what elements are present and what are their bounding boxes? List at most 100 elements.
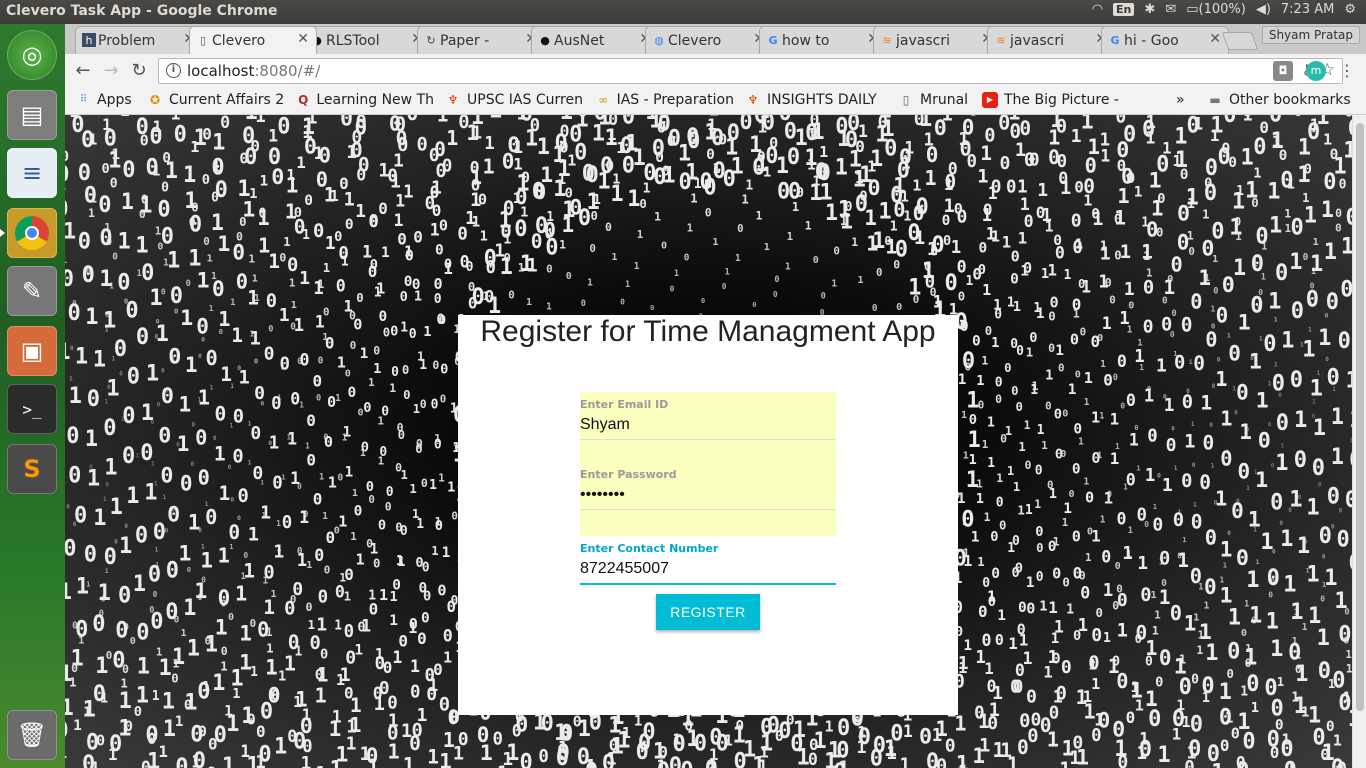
extension-icon[interactable]: ◘ — [1273, 61, 1293, 81]
binary-digit: 0 — [960, 137, 972, 161]
bookmarks-overflow-chevron[interactable]: » — [1176, 92, 1185, 108]
mail-icon[interactable]: ✉ — [1165, 2, 1176, 17]
binary-digit: 1 — [187, 636, 200, 661]
contact-field[interactable]: Enter Contact Number 8722455007 — [580, 536, 836, 586]
bluetooth-icon[interactable]: ✱ — [1144, 2, 1155, 17]
binary-digit: 0 — [373, 343, 380, 357]
profile-button[interactable]: Shyam Pratap — [1261, 26, 1360, 44]
tab-hi-google[interactable]: G hi - Goo ✕ — [1101, 26, 1229, 54]
binary-digit: 0 — [118, 583, 131, 608]
clock[interactable]: 7:23 AM — [1281, 2, 1334, 17]
volume-icon[interactable]: ◀) — [1256, 2, 1271, 17]
tab-rlstool[interactable]: ● RLSTool ✕ — [303, 26, 431, 54]
bookmark-learning-new[interactable]: Q Learning New Th — [296, 92, 434, 108]
page-scrollbar[interactable] — [1352, 115, 1366, 768]
binary-digit: 0 — [1047, 478, 1054, 491]
sublime-text-icon[interactable]: S — [7, 444, 57, 494]
bookmark-big-picture[interactable]: ▶ The Big Picture - — [982, 92, 1122, 108]
archive-manager-icon[interactable]: ▣ — [7, 326, 57, 376]
binary-digit: 1 — [971, 530, 980, 546]
chrome-icon[interactable] — [7, 208, 57, 258]
tab-clevero-active[interactable]: ▯ Clevero ✕ — [189, 26, 317, 54]
new-tab-button[interactable] — [1221, 32, 1259, 50]
binary-digit: 1 — [367, 755, 379, 768]
bookmark-current-affairs[interactable]: ✪ Current Affairs 2 — [147, 92, 287, 108]
menu-icon[interactable]: ⋮ — [1337, 61, 1357, 81]
binary-digit: 0 — [1045, 400, 1052, 413]
reload-button[interactable]: ↻ — [128, 60, 150, 81]
info-icon[interactable]: i — [166, 63, 181, 78]
binary-digit: 0 — [1304, 161, 1312, 177]
binary-digit: 0 — [957, 257, 967, 276]
files-icon[interactable]: ▤ — [7, 90, 57, 140]
battery-indicator[interactable]: ▭(100%) — [1186, 2, 1246, 17]
tab-ausnet[interactable]: ● AusNet ✕ — [531, 26, 659, 54]
binary-digit: 1 — [1284, 207, 1291, 221]
binary-digit: 0 — [101, 595, 106, 604]
binary-digit: 1 — [299, 268, 310, 289]
binary-digit: 1 — [804, 146, 817, 171]
tab-problem[interactable]: h Problem ✕ — [75, 26, 203, 54]
bookmark-mrunal[interactable]: ▯ Mrunal — [898, 92, 968, 108]
binary-digit: 0 — [684, 253, 690, 264]
language-indicator[interactable]: En — [1113, 3, 1135, 16]
gear-icon[interactable]: ⚙ — [1344, 2, 1356, 17]
binary-digit: 1 — [1146, 115, 1156, 133]
contact-input[interactable]: 8722455007 — [580, 555, 836, 583]
terminal-icon[interactable]: >_ — [7, 384, 57, 434]
bookmark-upsc-ias[interactable]: ♆ UPSC IAS Curren — [445, 92, 583, 108]
other-bookmarks[interactable]: ▬ Other bookmarks — [1207, 92, 1350, 108]
password-field[interactable]: Enter Password •••••••• — [580, 442, 836, 536]
binary-digit: 1 — [85, 305, 98, 330]
binary-digit: 0 — [926, 750, 939, 768]
binary-digit: 0 — [197, 593, 202, 603]
binary-digit: 1 — [443, 649, 452, 667]
binary-digit: 1 — [172, 656, 179, 670]
binary-digit: 0 — [313, 372, 323, 391]
writer-icon[interactable]: ≡ — [7, 148, 57, 198]
binary-digit: 0 — [1062, 115, 1074, 118]
extension-m-icon[interactable]: m — [1306, 61, 1326, 81]
ubuntu-dash-icon[interactable]: ◎ — [7, 30, 57, 80]
system-settings-icon[interactable]: ✎ — [7, 266, 57, 316]
register-button[interactable]: REGISTER — [656, 594, 760, 630]
binary-digit: 0 — [560, 721, 573, 746]
binary-digit: 1 — [1017, 177, 1027, 197]
close-icon[interactable]: ✕ — [297, 31, 309, 47]
binary-digit: 1 — [1045, 368, 1053, 384]
bookmark-apps[interactable]: ⠿ Apps — [75, 92, 132, 108]
binary-digit: 1 — [1037, 423, 1045, 438]
binary-digit: 1 — [1313, 237, 1319, 248]
email-input[interactable]: Shyam — [580, 411, 836, 439]
binary-digit: 0 — [1097, 333, 1103, 344]
binary-digit: 0 — [412, 277, 421, 293]
binary-digit: 1 — [1137, 744, 1147, 764]
email-field[interactable]: Enter Email ID Shyam — [580, 392, 836, 442]
password-input[interactable]: •••••••• — [580, 481, 836, 509]
binary-digit: 1 — [120, 677, 127, 691]
address-bar[interactable]: i localhost:8080/#/ ⚷ ☆ — [158, 58, 1343, 84]
binary-digit: 0 — [323, 433, 328, 443]
tab-paper[interactable]: ↻ Paper - ✕ — [417, 26, 545, 54]
binary-digit: 0 — [532, 180, 545, 205]
back-button[interactable]: ← — [72, 60, 94, 81]
forward-button[interactable]: → — [100, 60, 122, 81]
wifi-icon[interactable]: ◠ — [1092, 2, 1103, 17]
close-icon[interactable]: ✕ — [1209, 31, 1221, 47]
binary-digit: 0 — [1156, 225, 1163, 239]
bookmark-insights-daily[interactable]: ♆ INSIGHTS DAILY — [745, 92, 881, 108]
binary-digit: 1 — [240, 742, 250, 761]
binary-digit: 1 — [969, 452, 977, 468]
binary-digit: 0 — [1036, 570, 1044, 585]
url-text[interactable]: localhost:8080/#/ — [187, 62, 320, 80]
binary-digit: 1 — [274, 735, 287, 760]
bookmark-ias-preparation[interactable]: ∞ IAS - Preparation — [596, 92, 734, 108]
binary-digit: 1 — [633, 146, 646, 171]
tab-clevero[interactable]: ◍ Clevero ✕ — [645, 26, 773, 54]
scrollbar-thumb[interactable] — [1356, 123, 1364, 711]
binary-digit: 0 — [1291, 215, 1304, 240]
trash-icon[interactable]: 🗑 — [7, 710, 57, 760]
tab-how-to[interactable]: G how to ✕ — [759, 26, 887, 54]
tab-javascript-1[interactable]: ≋ javascri ✕ — [873, 26, 1001, 54]
tab-javascript-2[interactable]: ≋ javascri ✕ — [987, 26, 1115, 54]
